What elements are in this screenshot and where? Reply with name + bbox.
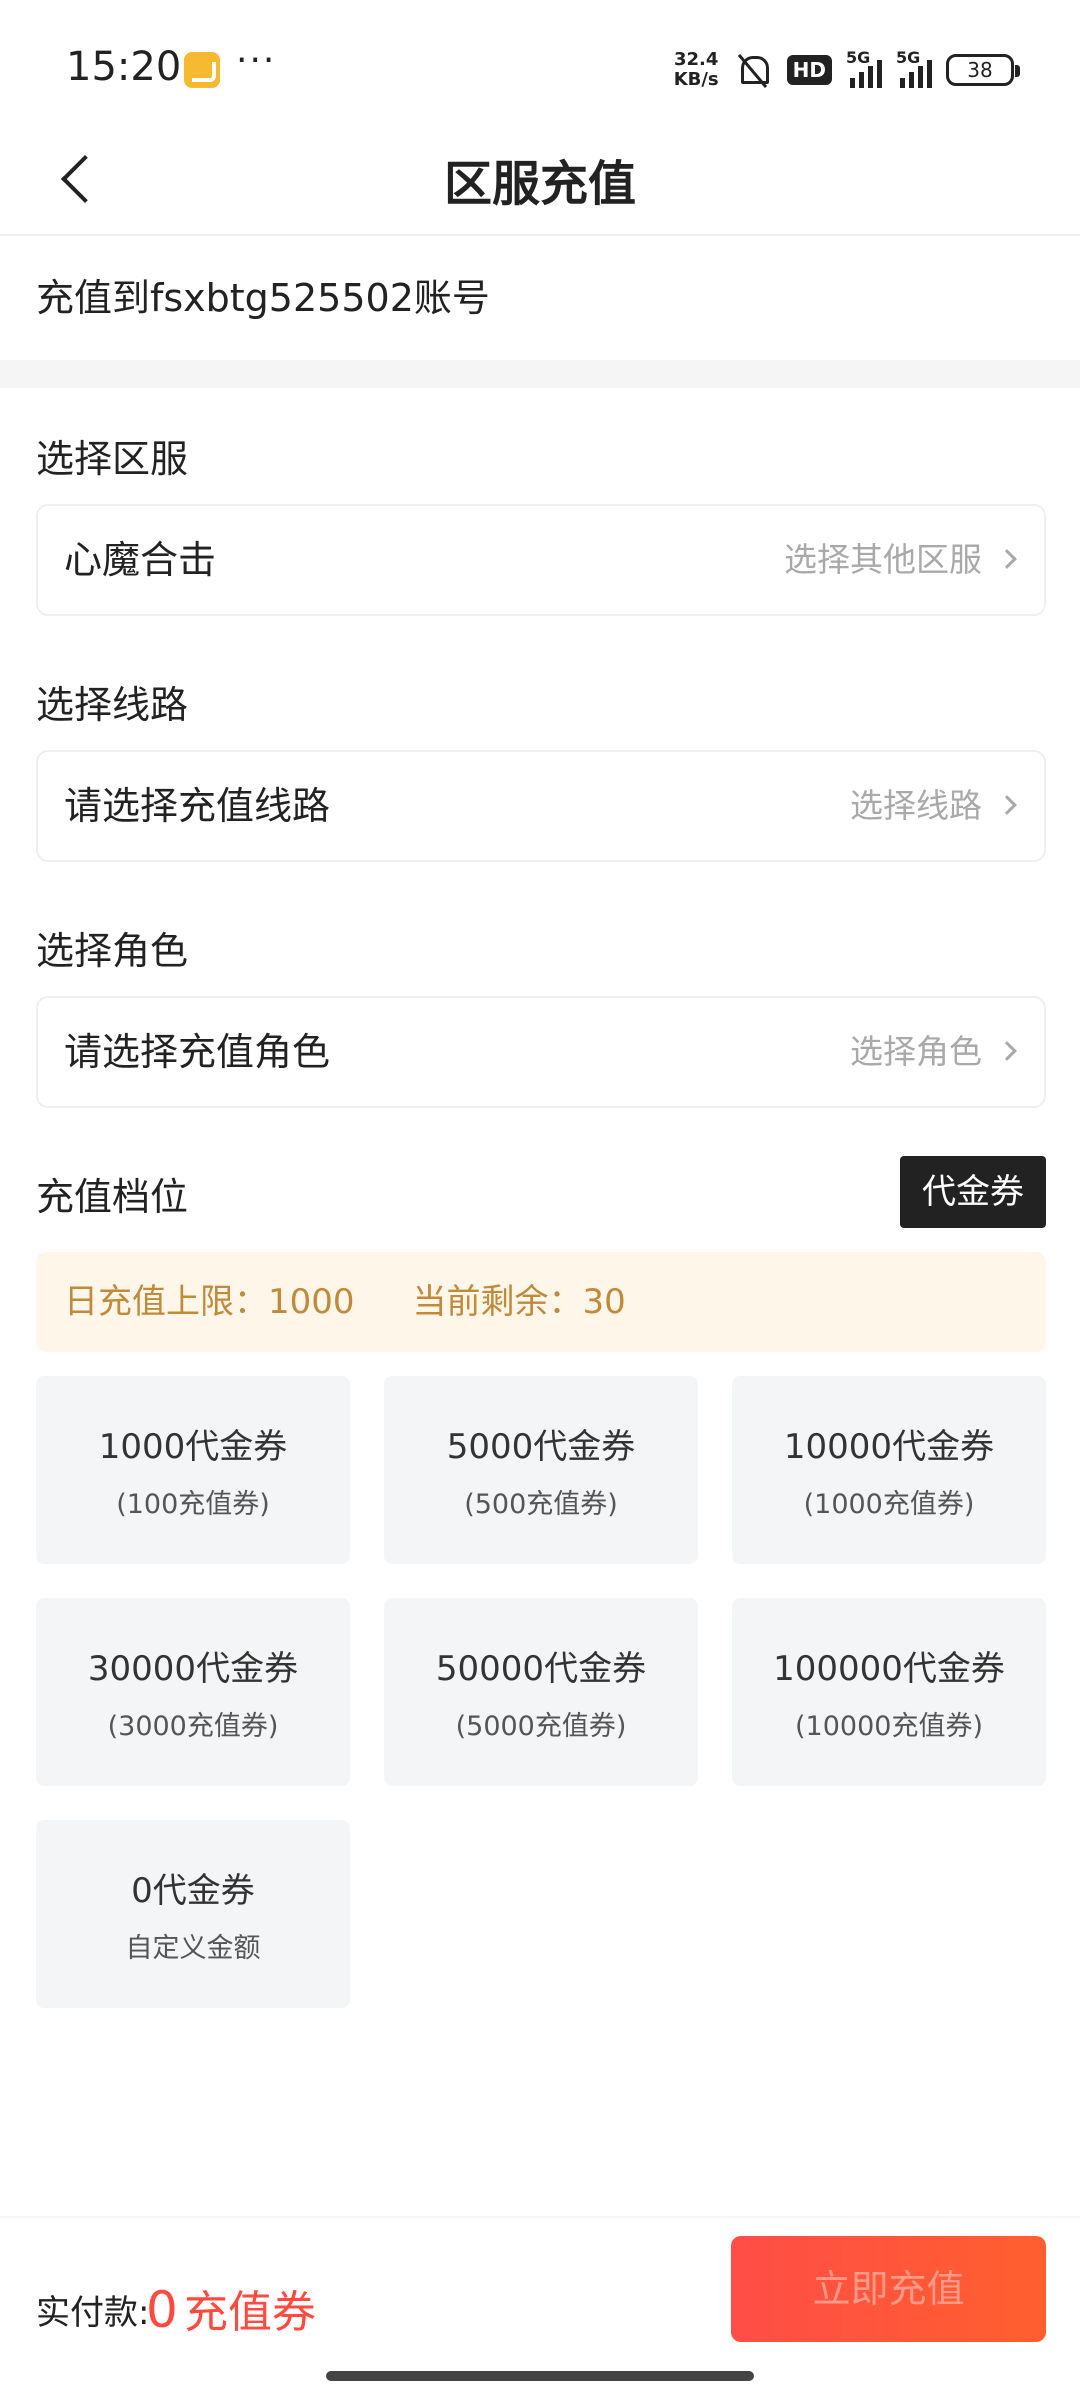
home-indicator[interactable] (326, 2371, 754, 2381)
route-section-label: 选择线路 (36, 683, 189, 727)
pay-unit: 充值券 (184, 2287, 316, 2338)
network-speed: 32.4 KB/s (673, 49, 719, 90)
tier-section-label: 充值档位 (36, 1175, 189, 1219)
chevron-right-icon (997, 795, 1017, 815)
section-divider (0, 360, 1080, 388)
more-notifications-icon: ··· (236, 40, 277, 81)
status-indicators: 32.4 KB/s HD 5G 5G 38 (673, 46, 1020, 94)
role-placeholder: 请选择充值角色 (64, 1030, 331, 1074)
signal-strength-icon: 5G (846, 48, 882, 88)
battery-icon: 38 (946, 54, 1020, 86)
recharge-limit-banner: 日充值上限：1000 当前剩余：30 (36, 1252, 1046, 1352)
tier-option-10000[interactable]: 10000代金券 (1000充值券) (732, 1376, 1046, 1564)
tier-option-30000[interactable]: 30000代金券 (3000充值券) (36, 1598, 350, 1786)
tier-option-5000[interactable]: 5000代金券 (500充值券) (384, 1376, 698, 1564)
tier-option-custom[interactable]: 0代金券 自定义金额 (36, 1820, 350, 2008)
route-placeholder: 请选择充值线路 (64, 784, 331, 828)
choose-other-server-link[interactable]: 选择其他区服 (784, 506, 982, 614)
notification-app-icon (184, 52, 220, 88)
status-time: 15:20 (66, 44, 182, 90)
role-select[interactable]: 请选择充值角色 选择角色 (36, 996, 1046, 1108)
choose-route-link[interactable]: 选择线路 (850, 752, 982, 860)
server-value: 心魔合击 (64, 538, 217, 582)
server-select[interactable]: 心魔合击 选择其他区服 (36, 504, 1046, 616)
server-section-label: 选择区服 (36, 437, 189, 481)
remaining-text: 当前剩余：30 (412, 1282, 626, 1322)
signal-strength-icon-2: 5G (896, 48, 932, 88)
page-title: 区服充值 (443, 156, 636, 212)
route-select[interactable]: 请选择充值线路 选择线路 (36, 750, 1046, 862)
pay-label: 实付款: (36, 2293, 150, 2333)
tier-option-1000[interactable]: 1000代金券 (100充值券) (36, 1376, 350, 1564)
choose-role-link[interactable]: 选择角色 (850, 998, 982, 1106)
mute-bell-icon (733, 50, 773, 90)
chevron-right-icon (997, 1041, 1017, 1061)
daily-limit-text: 日充值上限：1000 (64, 1282, 355, 1322)
voucher-button[interactable]: 代金券 (900, 1156, 1046, 1228)
nav-bar: 区服充值 (0, 120, 1080, 236)
hd-voice-icon: HD (786, 55, 832, 85)
tier-grid: 1000代金券 (100充值券) 5000代金券 (500充值券) 10000代… (36, 1376, 1046, 2008)
role-section-label: 选择角色 (36, 929, 189, 973)
pay-amount: 0 (146, 2281, 178, 2339)
recharge-now-button[interactable]: 立即充值 (731, 2236, 1046, 2342)
status-bar: 15:20 ··· 32.4 KB/s HD 5G 5G 38 (0, 0, 1080, 140)
tier-option-100000[interactable]: 100000代金券 (10000充值券) (732, 1598, 1046, 1786)
tier-option-50000[interactable]: 50000代金券 (5000充值券) (384, 1598, 698, 1786)
account-info: 充值到fsxbtg525502账号 (36, 276, 490, 320)
chevron-right-icon (997, 549, 1017, 569)
